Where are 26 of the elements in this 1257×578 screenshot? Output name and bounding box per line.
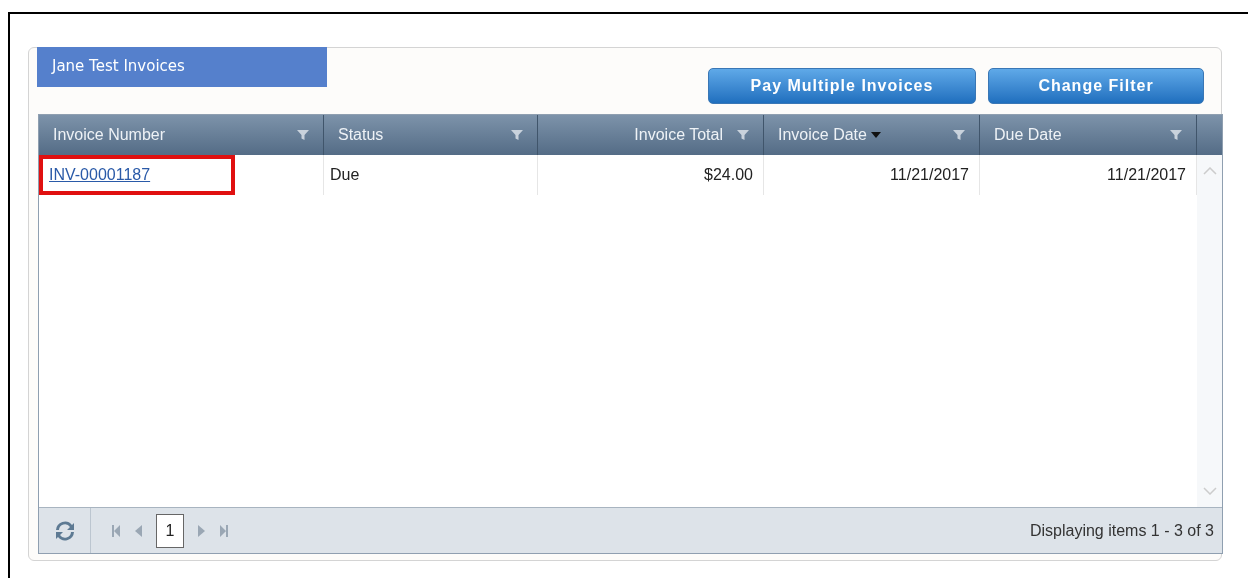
last-page-icon[interactable] [219, 524, 229, 537]
table-cell-text: Due [330, 165, 361, 185]
previous-page-icon[interactable] [135, 524, 142, 537]
filter-icon[interactable] [297, 129, 309, 141]
toolbar-button[interactable]: Pay Multiple Invoices [708, 68, 976, 104]
scroll-up-icon[interactable] [1202, 167, 1217, 175]
column-label: Invoice Total [634, 125, 723, 145]
invoice-link[interactable]: INV-00001187 [49, 163, 151, 187]
scrollbar[interactable] [1197, 155, 1222, 507]
column-label: Invoice Number [53, 125, 166, 145]
pager-summary: Displaying items 1 - 3 of 3 [1029, 520, 1215, 541]
first-page-icon[interactable] [111, 524, 121, 537]
next-page-icon[interactable] [198, 524, 205, 537]
table-cell-text: 11/21/2017 [1107, 165, 1187, 185]
table-cell-text: 11/21/2017 [890, 165, 970, 185]
toolbar-button[interactable]: Change Filter [988, 68, 1204, 104]
table-cell-text: $24.00 [704, 165, 754, 185]
column-label: Due Date [994, 125, 1062, 145]
column-label: Invoice Date [778, 125, 867, 145]
page-number-field[interactable]: 1 [156, 513, 184, 548]
filter-icon[interactable] [511, 129, 523, 141]
scroll-down-icon[interactable] [1202, 487, 1217, 495]
filter-icon[interactable] [1170, 129, 1182, 141]
filter-icon[interactable] [953, 129, 965, 141]
column-label: Status [338, 125, 384, 145]
filter-icon[interactable] [737, 129, 749, 141]
